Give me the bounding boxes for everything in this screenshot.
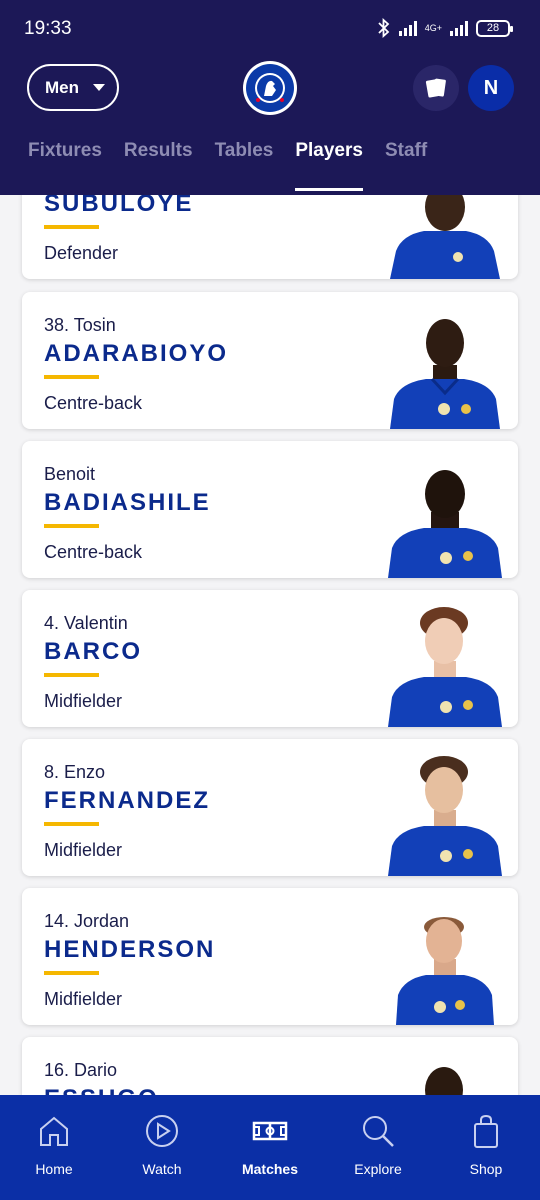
nav-shop-label: Shop [469,1161,503,1177]
player-position: Centre-back [44,393,143,413]
player-last-name: BADIASHILE [44,489,211,516]
name-underline [44,673,99,677]
network-type: 4G+ [424,22,442,33]
player-card[interactable]: Benoit BADIASHILE Centre-back [22,441,518,578]
nav-explore[interactable]: Explore [324,1095,432,1200]
section-tabs: Fixtures Results Tables Players Staff [28,140,449,194]
player-photo [390,319,500,429]
player-first-name: 38. Tosin [44,315,116,335]
player-last-name: HENDERSON [44,936,216,963]
player-photo [388,756,502,876]
player-card[interactable]: 4. Valentin BARCO Midfielder [22,590,518,727]
player-last-name: BARCO [44,638,142,665]
nav-shop[interactable]: Shop [432,1095,540,1200]
tab-fixtures[interactable]: Fixtures [28,140,102,194]
name-underline [44,971,99,975]
tickets-button[interactable] [413,65,459,111]
player-position: Midfielder [44,989,123,1009]
player-last-name: ADARABIOYO [44,340,229,367]
screen: SUBULOYE Defender 38. Tosin ADARABIOYO C… [0,0,540,1200]
bottom-navigation: Home Watch Matches Explore Shop [0,1095,540,1200]
name-underline [44,225,99,229]
player-position: Defender [44,243,119,263]
nav-matches[interactable]: Matches [216,1095,324,1200]
name-underline [44,524,99,528]
profile-avatar[interactable]: N [468,65,514,111]
name-underline [44,822,99,826]
player-position: Midfielder [44,840,123,860]
bluetooth-icon [378,18,390,38]
player-first-name: Benoit [44,464,96,484]
chevron-down-icon [93,84,105,91]
nav-watch[interactable]: Watch [108,1095,216,1200]
tab-players[interactable]: Players [295,140,363,194]
player-first-name: 14. Jordan [44,911,130,931]
tab-staff[interactable]: Staff [385,140,427,194]
player-first-name: 8. Enzo [44,762,106,782]
status-icons: 4G+ 28 [377,18,513,38]
team-select-label: Men [45,77,79,97]
search-icon [363,1116,394,1147]
pitch-icon [252,1121,288,1141]
nav-watch-label: Watch [142,1161,182,1177]
player-first-name: 4. Valentin [44,613,128,633]
bag-icon [474,1114,498,1148]
play-icon [146,1115,178,1147]
player-position: Midfielder [44,691,123,711]
status-time: 19:33 [24,18,72,39]
nav-home-label: Home [35,1161,73,1177]
name-underline [44,375,99,379]
tab-results[interactable]: Results [124,140,193,194]
player-card[interactable]: 38. Tosin ADARABIOYO Centre-back [22,292,518,429]
team-select-dropdown[interactable]: Men [27,64,119,111]
nav-home[interactable]: Home [0,1095,108,1200]
signal-icon [450,20,468,36]
battery-icon: 28 [476,19,513,37]
chelsea-crest-logo [243,61,297,115]
nav-matches-label: Matches [241,1161,299,1177]
status-bar: 19:33 4G+ 28 [0,0,540,58]
player-photo [388,607,502,727]
player-last-name: FERNANDEZ [44,787,210,814]
player-first-name: 16. Dario [44,1060,118,1080]
nav-explore-label: Explore [354,1161,402,1177]
player-position: Centre-back [44,542,143,562]
header-top-row: Men N [0,61,540,115]
tab-tables[interactable]: Tables [215,140,274,194]
player-card[interactable]: 8. Enzo FERNANDEZ Midfielder [22,739,518,876]
home-icon [40,1116,68,1146]
signal-icon [398,20,417,36]
app-header: 19:33 4G+ 28 Men N Fixtures Results Tabl… [0,0,540,195]
ticket-icon [425,78,446,98]
player-photo [396,917,494,1025]
player-card[interactable]: 14. Jordan HENDERSON Midfielder [22,888,518,1025]
player-photo [388,470,502,578]
